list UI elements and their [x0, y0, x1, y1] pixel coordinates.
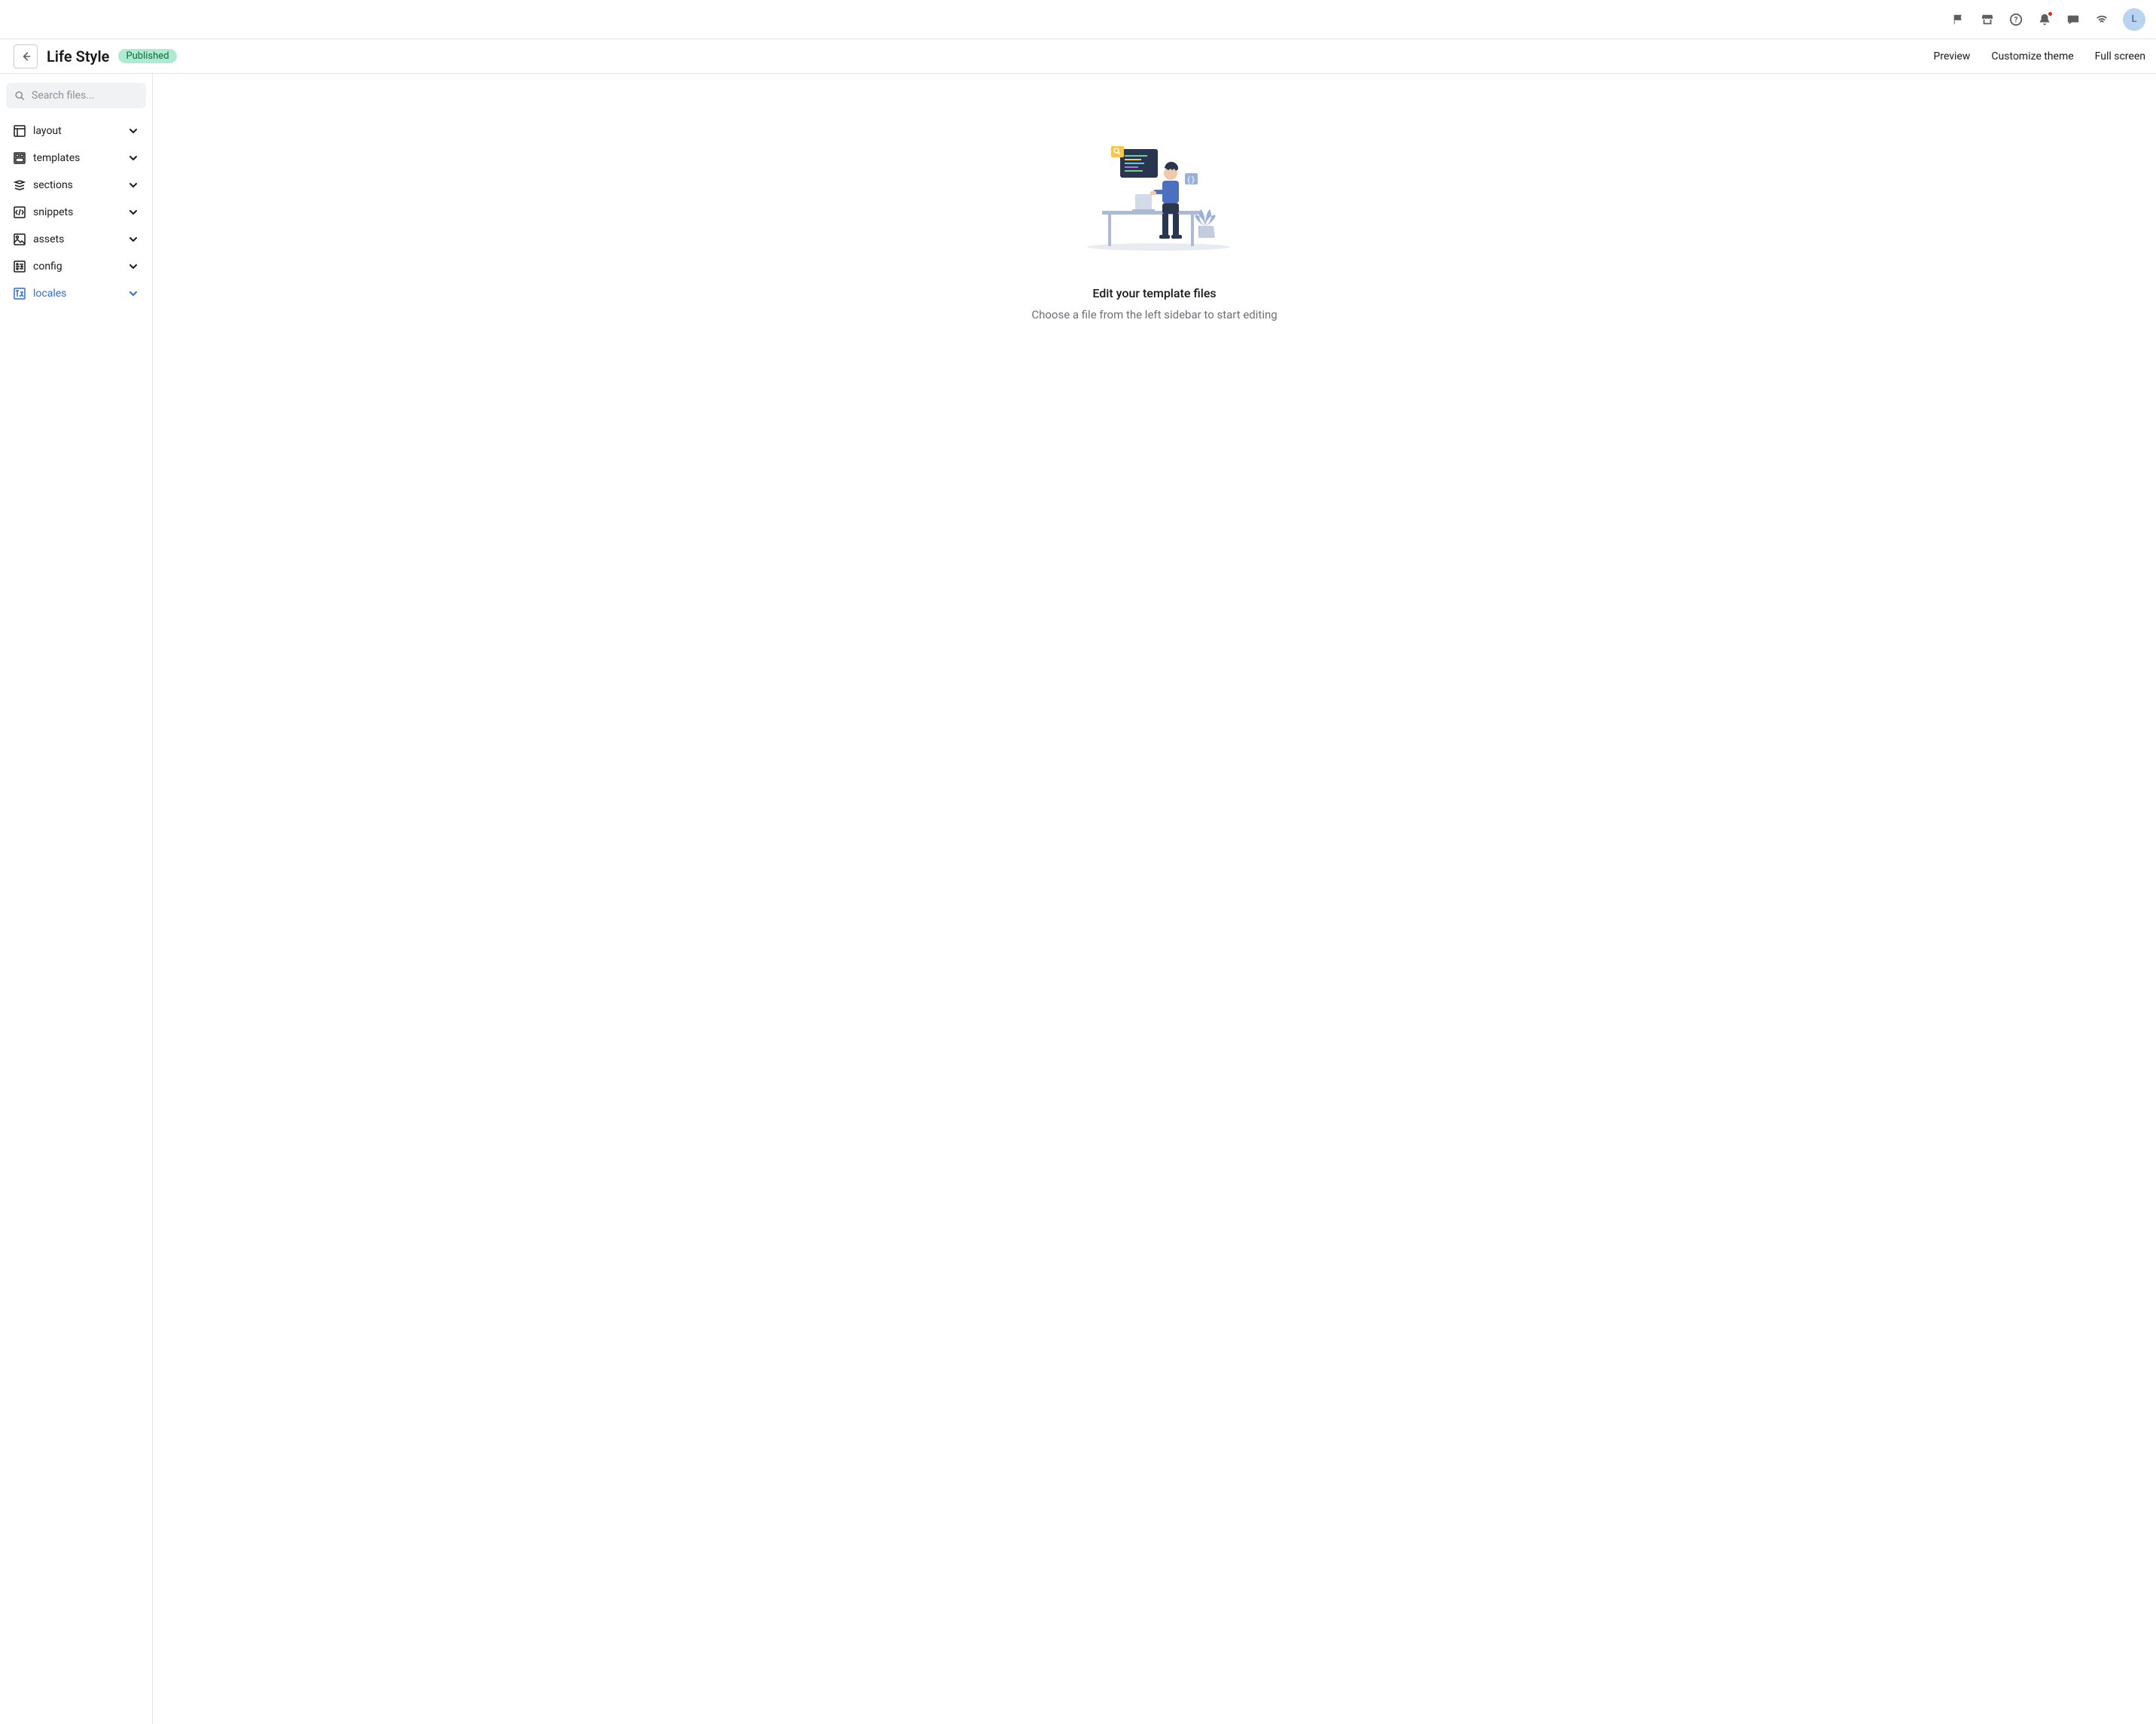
avatar[interactable]: L: [2123, 8, 2145, 31]
page-title: Life Style: [47, 47, 109, 65]
search-box[interactable]: [6, 83, 146, 108]
search-icon: [14, 90, 26, 102]
chevron-down-icon: [128, 153, 139, 163]
assets-icon: [14, 233, 26, 245]
main-content: {} Edit your template files Choose a fil…: [153, 74, 2156, 1724]
chevron-down-icon: [128, 288, 139, 299]
sidebar-folder-label: layout: [33, 125, 120, 137]
store-icon[interactable]: [1980, 12, 1995, 27]
utility-bar: ? L: [0, 0, 2156, 39]
config-icon: [14, 260, 26, 273]
chevron-down-icon: [128, 126, 139, 136]
sections-icon: [14, 179, 26, 191]
workspace: layout templates sections: [0, 74, 2156, 1724]
empty-illustration: {}: [1080, 136, 1230, 256]
flag-icon[interactable]: [1951, 12, 1966, 27]
avatar-initial: L: [2131, 14, 2136, 25]
layout-icon: [14, 125, 26, 137]
svg-text:{}: {}: [1186, 176, 1195, 184]
sidebar-folder-label: locales: [33, 288, 120, 300]
sidebar-folder-label: templates: [33, 152, 120, 164]
customize-theme-button[interactable]: Customize theme: [1991, 50, 2073, 62]
fullscreen-button[interactable]: Full screen: [2095, 50, 2145, 62]
preview-button[interactable]: Preview: [1933, 50, 1970, 62]
sidebar-folder-label: sections: [33, 179, 120, 191]
sidebar-folder-label: assets: [33, 233, 120, 245]
svg-text:?: ?: [2014, 16, 2018, 24]
sidebar-folder-locales[interactable]: locales: [6, 282, 146, 306]
sidebar-folder-label: snippets: [33, 206, 120, 218]
chevron-down-icon: [128, 234, 139, 245]
search-input[interactable]: [32, 90, 139, 102]
chat-icon[interactable]: [2066, 12, 2081, 27]
chevron-down-icon: [128, 180, 139, 190]
templates-icon: [14, 152, 26, 164]
sidebar-folder-config[interactable]: config: [6, 254, 146, 279]
sidebar-folder-assets[interactable]: assets: [6, 227, 146, 251]
sidebar-folder-label: config: [33, 260, 120, 273]
back-button[interactable]: [14, 44, 38, 69]
empty-state-title: Edit your template files: [1092, 286, 1216, 300]
chevron-down-icon: [128, 261, 139, 272]
sidebar-folder-snippets[interactable]: snippets: [6, 200, 146, 224]
help-icon[interactable]: ?: [2008, 12, 2024, 27]
header-actions: Preview Customize theme Full screen: [1933, 50, 2145, 62]
sidebar-folder-templates[interactable]: templates: [6, 146, 146, 170]
sidebar-folder-sections[interactable]: sections: [6, 173, 146, 197]
locales-icon: [14, 288, 26, 300]
chevron-down-icon: [128, 207, 139, 218]
status-badge: Published: [118, 49, 176, 63]
notifications-icon[interactable]: [2037, 12, 2052, 27]
header-bar: Life Style Published Preview Customize t…: [0, 39, 2156, 74]
snippets-icon: [14, 206, 26, 218]
file-sidebar: layout templates sections: [0, 74, 153, 1724]
sidebar-folder-layout[interactable]: layout: [6, 119, 146, 143]
wifi-icon[interactable]: [2094, 12, 2109, 27]
empty-state-subtitle: Choose a file from the left sidebar to s…: [1031, 308, 1277, 321]
notification-dot: [2048, 11, 2053, 17]
